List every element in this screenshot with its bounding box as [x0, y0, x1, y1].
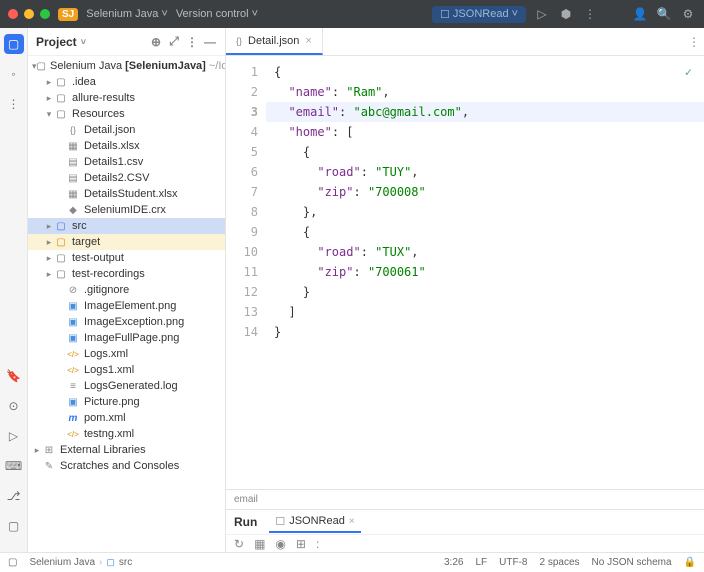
run-tab-jsonread[interactable]: ☐ JSONRead × — [269, 512, 360, 533]
project-badge: SJ — [58, 8, 78, 21]
indent-config[interactable]: 2 spaces — [539, 557, 579, 568]
tree-item-imageelement-png[interactable]: ImageElement.png — [28, 298, 225, 314]
project-panel-title: Project — [36, 35, 77, 49]
tree-item-allure-results[interactable]: ▸▢allure-results — [28, 90, 225, 106]
editor-options-icon[interactable]: ⋮ — [684, 28, 704, 55]
inspection-ok-icon[interactable]: ✓ — [685, 62, 692, 82]
tree-item--idea[interactable]: ▸▢.idea — [28, 74, 225, 90]
tree-item-logsgenerated-log[interactable]: LogsGenerated.log — [28, 378, 225, 394]
run-icon[interactable]: ▷ — [534, 6, 550, 22]
tree-item-details-xlsx[interactable]: Details.xlsx — [28, 138, 225, 154]
editor-tabs: Detail.json × ⋮ — [226, 28, 704, 56]
project-panel: Project ˅ ⊕ ⤢ ⋮ — ▾ ▢ Selenium Java [Sel… — [28, 28, 226, 552]
json-schema[interactable]: No JSON schema — [592, 557, 672, 568]
tree-item-picture-png[interactable]: Picture.png — [28, 394, 225, 410]
tree-item-src[interactable]: ▸▢src — [28, 218, 225, 234]
caret-position[interactable]: 3:26 — [444, 557, 463, 568]
select-opened-file-icon[interactable]: ⊕ — [149, 35, 163, 49]
expand-all-icon[interactable]: ⤢ — [167, 35, 181, 49]
tree-item-detailsstudent-xlsx[interactable]: DetailsStudent.xlsx — [28, 186, 225, 202]
user-icon[interactable]: 👤 — [632, 6, 648, 22]
project-selector[interactable]: Selenium Java˅ — [86, 8, 168, 20]
tree-item-imageexception-png[interactable]: ImageException.png — [28, 314, 225, 330]
scratches-consoles[interactable]: Scratches and Consoles — [28, 458, 225, 474]
close-tab-icon[interactable]: × — [305, 35, 311, 47]
structure-tool-icon[interactable]: ⋮ — [4, 94, 24, 114]
tree-item-details1-csv[interactable]: Details1.csv — [28, 154, 225, 170]
bookmarks-tool-icon[interactable]: 🔖 — [4, 366, 24, 386]
hide-panel-icon[interactable]: — — [203, 35, 217, 49]
titlebar: SJ Selenium Java˅ Version control˅ ☐JSON… — [0, 0, 704, 28]
status-bar: ▢ Selenium Java › ▢ src 3:26 LF UTF-8 2 … — [0, 552, 704, 572]
close-run-tab-icon[interactable]: × — [349, 516, 355, 527]
close-window[interactable] — [8, 9, 18, 19]
tree-item-logs1-xml[interactable]: Logs1.xml — [28, 362, 225, 378]
tree-item--gitignore[interactable]: .gitignore — [28, 282, 225, 298]
project-tree[interactable]: ▾ ▢ Selenium Java [SeleniumJava] ~/IdeaP… — [28, 56, 225, 552]
json-icon — [236, 35, 242, 47]
debug-icon[interactable]: ⬢ — [558, 6, 574, 22]
external-libraries[interactable]: ▸ External Libraries — [28, 442, 225, 458]
tree-item-target[interactable]: ▸▢target — [28, 234, 225, 250]
run-tool-icon[interactable]: ▷ — [4, 426, 24, 446]
maximize-window[interactable] — [40, 9, 50, 19]
editor-area: Detail.json × ⋮ 1234567891011121314 ✓ { … — [226, 28, 704, 552]
tree-item-pom-xml[interactable]: mpom.xml — [28, 410, 225, 426]
problems-tool-icon[interactable]: ▢ — [4, 516, 24, 536]
run-config-selector[interactable]: ☐JSONRead˅ — [432, 6, 526, 23]
tree-item-details2-csv[interactable]: Details2.CSV — [28, 170, 225, 186]
editor-tab-detail-json[interactable]: Detail.json × — [226, 28, 323, 55]
editor-breadcrumb[interactable]: email — [226, 489, 704, 509]
panel-options-icon[interactable]: ⋮ — [185, 35, 199, 49]
filter-icon[interactable]: ◉ — [275, 537, 285, 551]
tree-item-imagefullpage-png[interactable]: ImageFullPage.png — [28, 330, 225, 346]
vcs-menu[interactable]: Version control˅ — [176, 8, 258, 20]
tree-item-test-output[interactable]: ▸▢test-output — [28, 250, 225, 266]
status-breadcrumb[interactable]: Selenium Java › ▢ src — [29, 557, 132, 568]
more-icon[interactable]: ⋮ — [582, 6, 598, 22]
stop-icon[interactable]: ▦ — [254, 537, 265, 551]
tool-window-bar-left: ▢ ◦ ⋮ 🔖 ⊙ ▷ ⌨ ⎇ ▢ — [0, 28, 28, 552]
tree-item-resources[interactable]: ▾▢Resources — [28, 106, 225, 122]
run-panel: Run ☐ JSONRead × ↻ ▦ ◉ ⊞ : — [226, 509, 704, 552]
line-separator[interactable]: LF — [475, 557, 487, 568]
tree-root[interactable]: ▾ ▢ Selenium Java [SeleniumJava] ~/IdeaP… — [28, 58, 225, 74]
search-icon[interactable]: 🔍 — [656, 6, 672, 22]
tree-item-detail-json[interactable]: Detail.json — [28, 122, 225, 138]
commit-tool-icon[interactable]: ◦ — [4, 64, 24, 84]
file-encoding[interactable]: UTF-8 — [499, 557, 527, 568]
tree-item-test-recordings[interactable]: ▸▢test-recordings — [28, 266, 225, 282]
settings-icon[interactable]: ⚙ — [680, 6, 696, 22]
layout-icon[interactable]: ⊞ — [296, 537, 306, 551]
line-gutter: 1234567891011121314 — [226, 56, 266, 489]
run-panel-label: Run — [234, 515, 257, 529]
rerun-icon[interactable]: ↻ — [234, 537, 244, 551]
minimize-window[interactable] — [24, 9, 34, 19]
code-editor[interactable]: 1234567891011121314 ✓ { "name": "Ram", "… — [226, 56, 704, 489]
tree-item-logs-xml[interactable]: Logs.xml — [28, 346, 225, 362]
readonly-lock-icon[interactable]: 🔒 — [684, 557, 696, 568]
window-controls — [8, 9, 50, 19]
status-indent-icon[interactable]: ▢ — [8, 557, 17, 568]
git-tool-icon[interactable]: ⎇ — [4, 486, 24, 506]
terminal-tool-icon[interactable]: ⌨ — [4, 456, 24, 476]
project-tool-icon[interactable]: ▢ — [4, 34, 24, 54]
tree-item-seleniumide-crx[interactable]: SeleniumIDE.crx — [28, 202, 225, 218]
tree-item-testng-xml[interactable]: testng.xml — [28, 426, 225, 442]
build-tool-icon[interactable]: ⊙ — [4, 396, 24, 416]
